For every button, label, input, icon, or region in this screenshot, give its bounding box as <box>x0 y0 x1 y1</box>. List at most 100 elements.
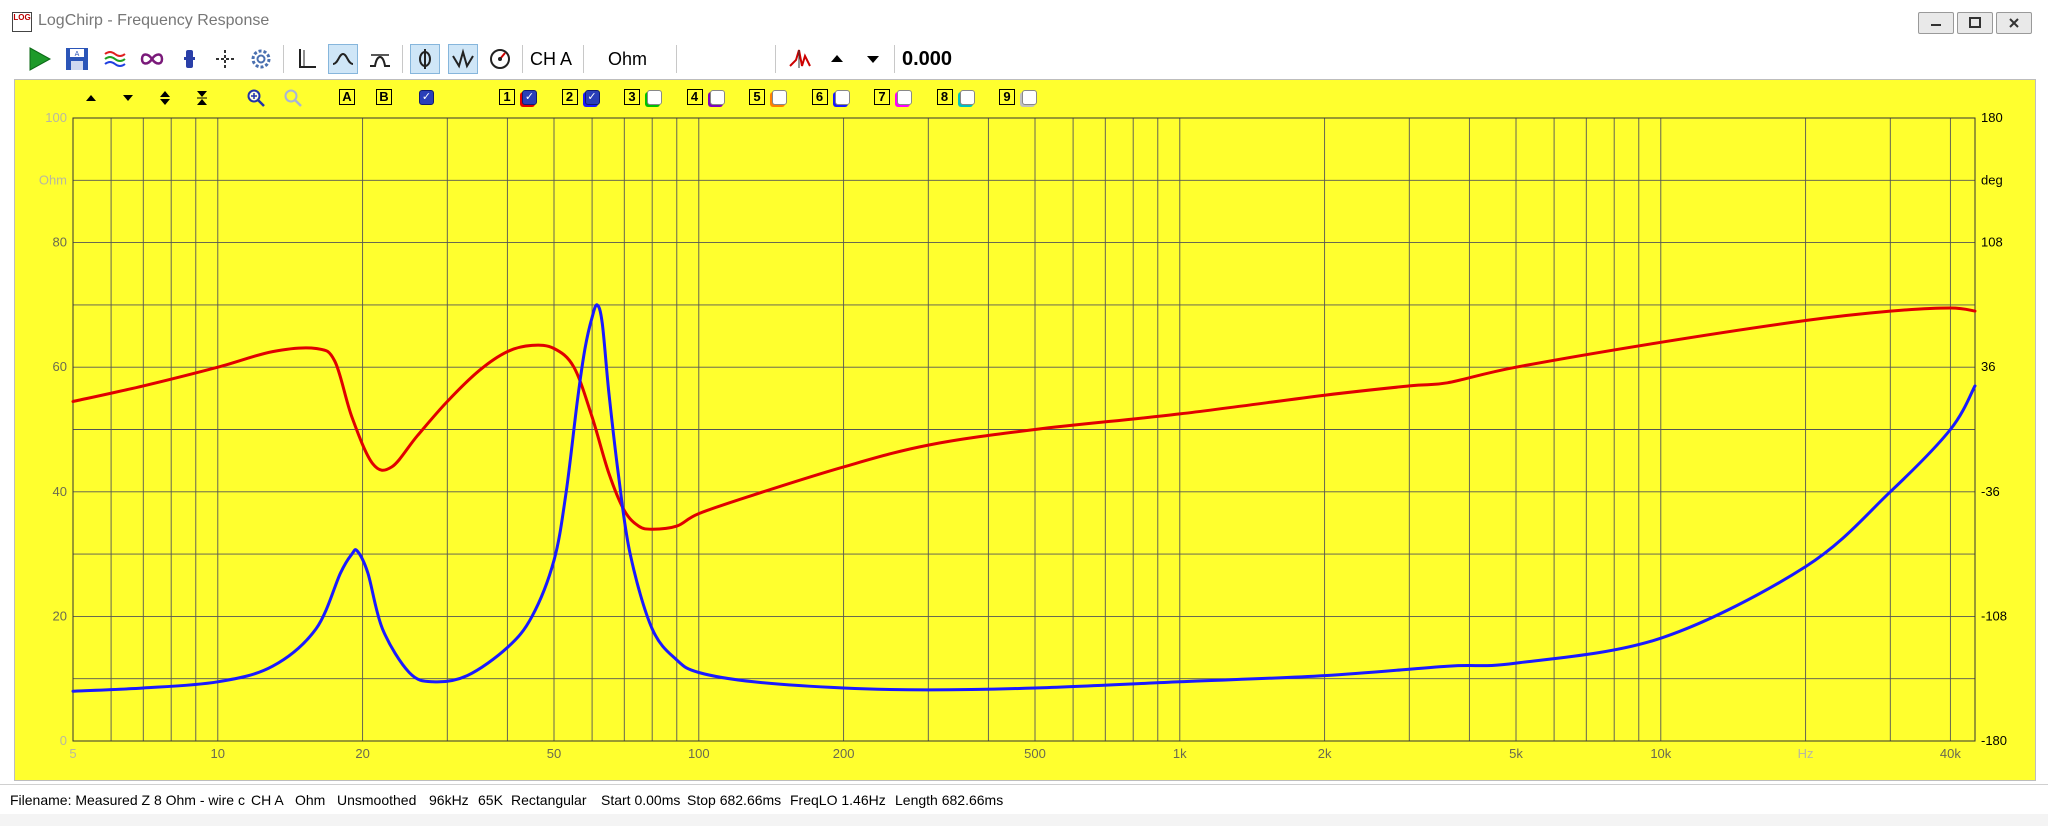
readout-up-button[interactable] <box>822 44 852 74</box>
expand-vertical-button[interactable] <box>155 88 175 108</box>
toolbar-separator <box>522 45 523 73</box>
trace-toggle-2[interactable]: ✓ <box>584 90 600 105</box>
x-axis-tick-label: 5 <box>69 746 76 761</box>
readout-down-button[interactable] <box>858 44 888 74</box>
axis-button[interactable] <box>291 44 321 74</box>
window-title: LogChirp - Frequency Response <box>38 12 270 29</box>
toolbar-separator <box>283 45 284 73</box>
toolbar-separator <box>402 45 403 73</box>
frequency-response-plot[interactable]: 100 Ohm 80 60 40 20 0 180 deg 108 36 -36 -108 -180 5 10… <box>14 79 2036 781</box>
trace-toggle-1[interactable]: ✓ <box>522 90 537 105</box>
title-bar: LOG LogChirp - Frequency Response <box>0 0 2048 41</box>
right-axis-tick-label: -180 <box>1981 733 2007 748</box>
trace-number-2: 2 <box>561 89 578 105</box>
x-axis-tick-label: 10 <box>211 746 225 761</box>
trace-number-8: 8 <box>936 89 953 105</box>
right-axis-tick-label: -36 <box>1981 484 2000 499</box>
x-axis-tick-label: 500 <box>1024 746 1046 761</box>
phase-toggle-button[interactable] <box>410 44 440 74</box>
minimize-icon <box>1931 24 1941 26</box>
toolbar-separator <box>775 45 776 73</box>
status-window: Rectangular <box>511 792 587 808</box>
right-axis-tick-label: 108 <box>1981 235 2003 250</box>
checkmark-icon: ✓ <box>524 91 535 103</box>
zoom-out-button[interactable] <box>283 88 303 108</box>
trace-number-5: 5 <box>749 89 765 105</box>
svg-text:A: A <box>75 51 80 58</box>
x-axis-tick-label: 5k <box>1509 746 1523 761</box>
smooth-curve-icon <box>332 52 354 65</box>
smooth-curve-button[interactable] <box>328 44 358 74</box>
status-stop: Stop 682.66ms <box>687 792 782 808</box>
close-icon <box>2009 18 2019 28</box>
scroll-down-button[interactable] <box>118 88 138 108</box>
marker-icon <box>184 50 195 68</box>
plot-toolbar: A B ✓ 1 ✓ 2 ✓ 3 4 5 6 7 8 9 <box>15 80 2035 114</box>
close-button[interactable] <box>1996 12 2032 34</box>
status-samplerate: 96kHz <box>429 792 469 808</box>
x-axis-tick-label: Hz <box>1798 746 1814 761</box>
trace-toggle-6[interactable] <box>834 90 850 105</box>
x-axis-tick-label: 2k <box>1318 746 1332 761</box>
spectrum-icon <box>104 51 126 67</box>
maximize-button[interactable] <box>1957 12 1993 34</box>
status-smoothing: Unsmoothed <box>337 792 417 808</box>
series-line-1 <box>71 306 1977 531</box>
series-line-2 <box>71 303 1977 693</box>
marker-b-button[interactable]: B <box>376 89 392 105</box>
status-start: Start 0.00ms <box>601 792 681 808</box>
trace-toggle-5[interactable] <box>772 90 787 105</box>
channel-label[interactable]: CH A <box>530 46 572 72</box>
trace-number-9: 9 <box>999 89 1015 105</box>
expand-vertical-icon <box>160 91 170 105</box>
trace-number-1: 1 <box>499 89 515 105</box>
unit-label[interactable]: Ohm <box>608 46 647 72</box>
scroll-up-button[interactable] <box>81 88 101 108</box>
trace-toggle-4[interactable] <box>709 90 725 105</box>
zoom-out-icon <box>284 89 302 107</box>
zoom-in-button[interactable] <box>246 88 266 108</box>
crosshair-button[interactable] <box>210 44 240 74</box>
marker-a-button[interactable]: A <box>339 89 355 105</box>
arrow-down-icon <box>867 56 879 63</box>
play-icon <box>29 47 52 71</box>
x-axis-tick-label: 20 <box>355 746 369 761</box>
overlay-toggle[interactable]: ✓ <box>419 90 434 105</box>
settings-button[interactable] <box>246 44 276 74</box>
compress-vertical-button[interactable] <box>192 88 212 108</box>
trace-number-4: 4 <box>686 89 703 105</box>
peak-button[interactable] <box>785 44 815 74</box>
status-unit: Ohm <box>295 792 326 808</box>
x-axis-tick-label: 40k <box>1940 746 1961 761</box>
phase-curve-button[interactable] <box>365 44 395 74</box>
trace-toggle-7[interactable] <box>897 90 912 105</box>
marker-button[interactable] <box>174 44 204 74</box>
impedance-button[interactable] <box>448 44 478 74</box>
arrow-up-icon <box>86 95 96 101</box>
chart-canvas: 100Ohm806040200180deg10836-36-108-1805 10… <box>39 110 2007 761</box>
minimize-button[interactable] <box>1918 12 1954 34</box>
status-filename: Filename: Measured Z 8 Ohm - wire c <box>10 792 245 808</box>
peak-icon <box>789 49 811 68</box>
left-axis-tick-label: 80 <box>53 235 67 250</box>
left-axis-tick-label: Ohm <box>39 172 67 187</box>
spectrum-button[interactable] <box>100 44 130 74</box>
trace-toggle-8[interactable] <box>959 90 975 105</box>
crosshair-icon <box>216 50 234 68</box>
zoom-in-icon <box>247 89 265 107</box>
impedance-icon <box>452 48 474 69</box>
save-icon: A <box>66 48 88 70</box>
main-toolbar: A CH A Ohm 0.000 <box>0 40 2048 78</box>
x-axis-tick-label: 1k <box>1173 746 1187 761</box>
dial-button[interactable] <box>485 44 515 74</box>
x-axis-tick-label: 100 <box>688 746 710 761</box>
play-button[interactable] <box>24 44 54 74</box>
right-axis-tick-label: 36 <box>1981 359 1995 374</box>
trace-toggle-3[interactable] <box>647 90 662 105</box>
trace-toggle-9[interactable] <box>1022 90 1037 105</box>
window-border <box>0 814 2048 826</box>
loop-button[interactable] <box>137 44 167 74</box>
save-button[interactable]: A <box>62 44 92 74</box>
left-axis-tick-label: 60 <box>53 359 67 374</box>
trace-number-3: 3 <box>624 89 640 105</box>
